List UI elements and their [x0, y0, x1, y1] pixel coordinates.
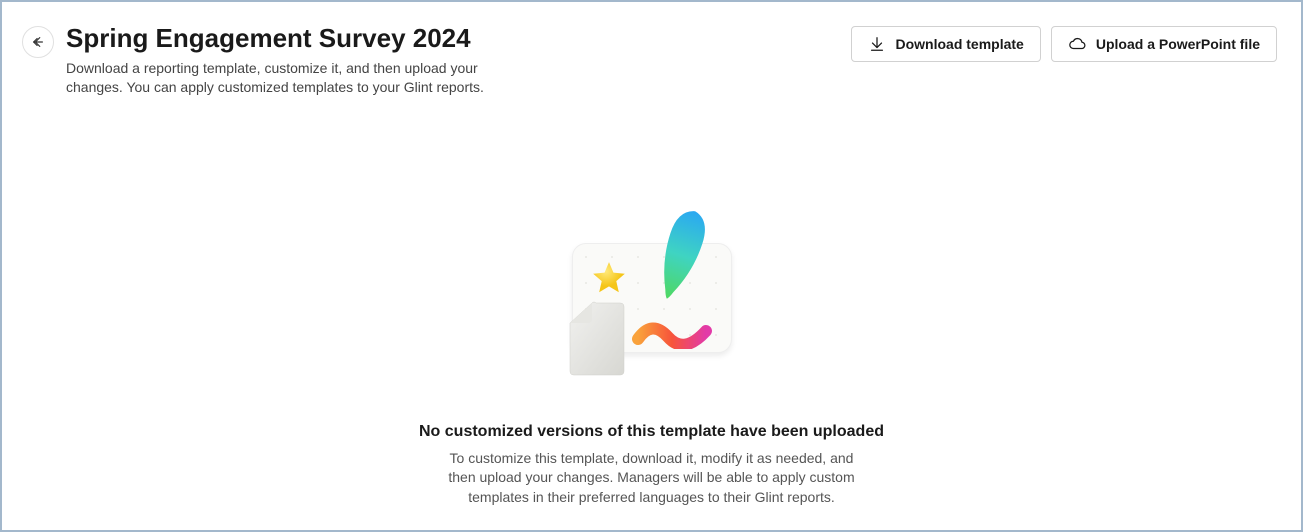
empty-state-title: No customized versions of this template …: [419, 423, 884, 441]
empty-state-description: To customize this template, download it,…: [437, 449, 867, 508]
empty-state: No customized versions of this template …: [2, 203, 1301, 508]
download-template-button[interactable]: Download template: [851, 26, 1041, 62]
page-title: Spring Engagement Survey 2024: [66, 22, 486, 55]
document-icon: [564, 301, 626, 377]
download-template-label: Download template: [896, 36, 1024, 52]
upload-powerpoint-label: Upload a PowerPoint file: [1096, 36, 1260, 52]
squiggle-icon: [632, 321, 712, 349]
page-subtitle: Download a reporting template, customize…: [66, 59, 486, 98]
back-button[interactable]: [22, 26, 54, 58]
arrow-left-icon: [31, 35, 45, 49]
cloud-upload-icon: [1068, 35, 1086, 53]
empty-state-illustration: [562, 203, 742, 383]
upload-powerpoint-button[interactable]: Upload a PowerPoint file: [1051, 26, 1277, 62]
star-icon: [590, 259, 628, 297]
download-icon: [868, 35, 886, 53]
